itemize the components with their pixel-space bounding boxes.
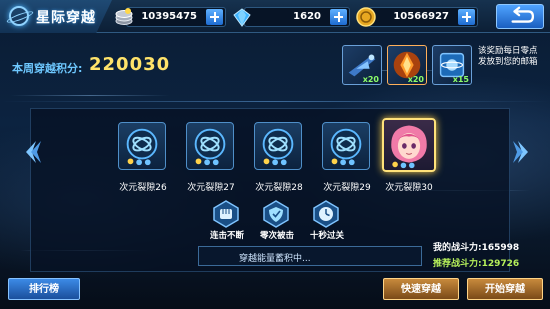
achievement-label: 十秒过关: [309, 231, 344, 241]
gold-coin-value: 10566927: [393, 11, 449, 22]
clock-icon: [313, 200, 339, 228]
start-travel-button[interactable]: 开始穿越: [467, 278, 543, 300]
reward-energy-crystal[interactable]: x20: [387, 45, 427, 85]
my-power-value: 165998: [481, 243, 520, 253]
recommended-power-label: 推荐战斗力:: [433, 259, 482, 269]
stage-label: 次元裂隙26: [119, 183, 167, 193]
reward-starship[interactable]: x20: [342, 45, 382, 85]
reward-count: x20: [407, 75, 424, 84]
top-bar: 星际穿越 10395475 1620 10566927: [0, 0, 550, 33]
weekly-score-value: 220030: [89, 54, 171, 75]
rift-portal-icon: [126, 128, 158, 166]
coin-stack-value: 10395475: [141, 11, 197, 22]
my-power-label: 我的战斗力:: [433, 243, 482, 253]
stage-label: 次元裂隙27: [187, 183, 235, 193]
gold-coin-icon: [356, 7, 376, 27]
stage-frame: [186, 122, 234, 170]
back-button[interactable]: [496, 4, 544, 29]
stage-label: 次元裂隙28: [255, 183, 303, 193]
divider: [0, 101, 550, 102]
next-page-arrow-icon[interactable]: [512, 139, 532, 165]
energy-status-text: 穿越能量蓄积中...: [239, 254, 311, 264]
add-gold-button[interactable]: [458, 9, 475, 25]
reward-planet-chip[interactable]: x15: [432, 45, 472, 85]
return-arrow-icon: [511, 6, 535, 23]
stage-frame: [254, 122, 302, 170]
stage-label: 次元裂隙29: [323, 183, 371, 193]
page-title: 星际穿越: [36, 10, 96, 26]
recommended-power-value: 129726: [481, 259, 520, 269]
energy-status-bar: 穿越能量蓄积中...: [198, 246, 422, 266]
stage-frame-active: [382, 118, 436, 172]
diamond-resource: 1620: [233, 7, 350, 27]
shield-icon: [263, 200, 289, 228]
add-diamonds-button[interactable]: [330, 9, 347, 25]
boss-portrait-icon: [391, 125, 427, 169]
rift-portal-icon: [330, 128, 362, 166]
my-power: 我的战斗力:165998: [433, 240, 519, 253]
weekly-score-label: 本周穿越积分:: [12, 62, 83, 75]
recommended-power: 推荐战斗力:129726: [433, 256, 519, 269]
add-coins-button[interactable]: [206, 9, 223, 25]
gold-coin-resource: 10566927: [356, 7, 478, 27]
coin-stack-resource: 10395475: [115, 7, 226, 27]
diamond-value: 1620: [293, 11, 321, 22]
quick-travel-button[interactable]: 快速穿越: [383, 278, 459, 300]
diamond-icon: [233, 8, 251, 27]
rift-portal-icon: [262, 128, 294, 166]
reward-count: x15: [452, 75, 469, 84]
stage-frame: [118, 122, 166, 170]
reward-count: x20: [362, 75, 379, 84]
fist-icon: [213, 200, 239, 228]
stage-label: 次元裂隙30: [385, 183, 433, 193]
reward-note: 该奖励每日零点发放到您的邮箱: [478, 46, 538, 67]
rift-portal-icon: [194, 128, 226, 166]
planet-icon: [9, 6, 29, 26]
ranking-button[interactable]: 排行榜: [8, 278, 80, 300]
stage-frame: [322, 122, 370, 170]
coin-stack-icon: [115, 8, 133, 25]
prev-page-arrow-icon[interactable]: [22, 139, 42, 165]
